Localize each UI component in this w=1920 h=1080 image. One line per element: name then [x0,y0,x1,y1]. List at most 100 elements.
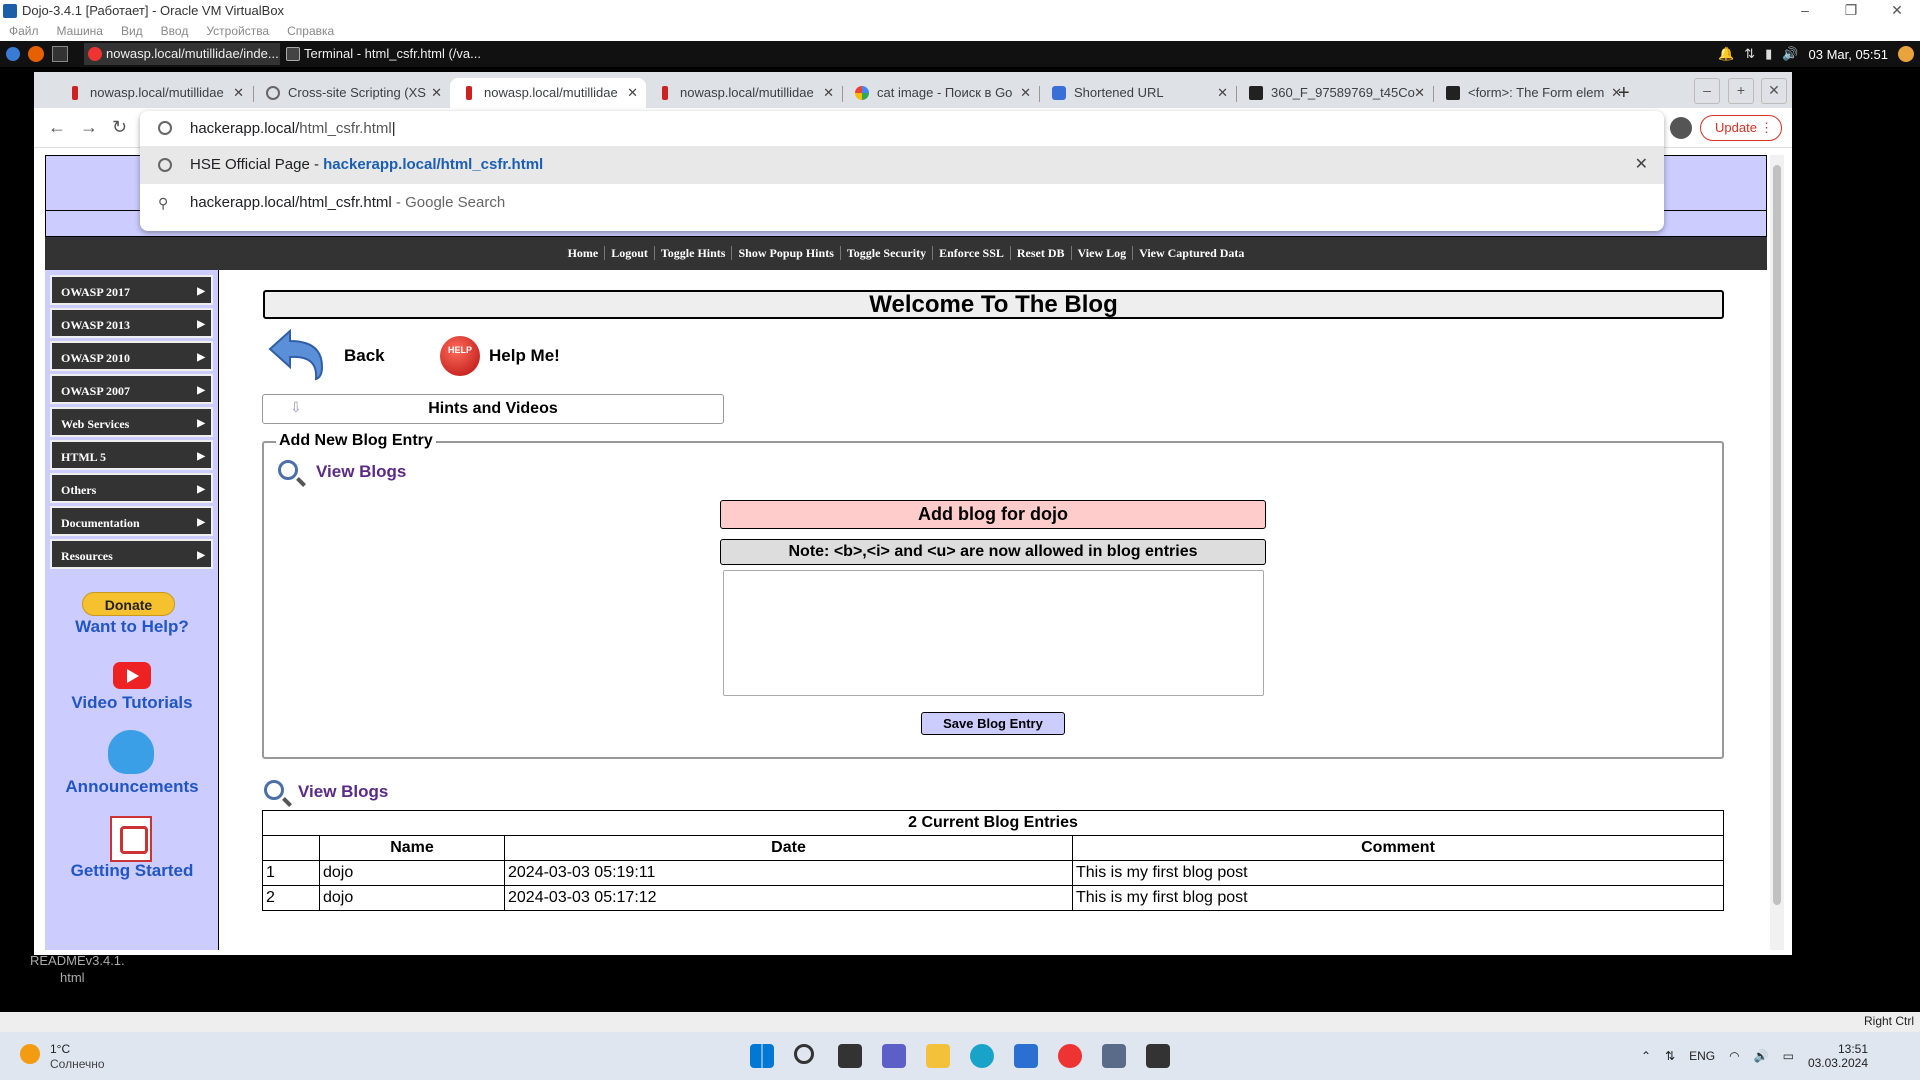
edge-icon[interactable] [970,1044,994,1068]
want-to-help-link[interactable]: Want to Help? [45,617,219,637]
tab-7[interactable]: 360_F_97589769_t45Co ✕ [1237,78,1433,108]
weather-desc[interactable]: Солнечно [50,1057,105,1071]
video-tutorials-link[interactable]: Video Tutorials [45,693,219,713]
nav-show-popup-hints[interactable]: Show Popup Hints [731,246,840,260]
task-browser[interactable]: nowasp.local/mutillidae/inde... [84,43,280,65]
yandex-icon[interactable] [1058,1044,1082,1068]
teams-icon[interactable] [882,1044,906,1068]
back-arrow-icon[interactable]: ← [48,116,66,138]
store-icon[interactable] [1014,1044,1038,1068]
user-icon[interactable] [1898,46,1914,62]
twitter-bird-icon[interactable] [108,730,154,774]
hints-and-videos-toggle[interactable]: Hints and Videos [262,394,724,424]
tab-8[interactable]: <form>: The Form elem ✕ [1434,78,1630,108]
nav-view-log[interactable]: View Log [1070,246,1133,260]
firefox-icon[interactable] [28,46,44,62]
minimize-icon[interactable]: – [1694,78,1720,104]
battery-icon[interactable]: ▭ [1783,1049,1794,1063]
guest-clock[interactable]: 03 Mar, 05:51 [1809,47,1889,62]
sidebar-item-owasp-2017[interactable]: OWASP 2017 ▶ [50,275,213,305]
menu-machine[interactable]: Машина [48,22,112,41]
magnifier-icon[interactable] [264,780,284,800]
new-tab-icon[interactable]: + [1618,78,1630,108]
nav-logout[interactable]: Logout [604,246,654,260]
getting-started-link[interactable]: Getting Started [45,861,219,881]
lang-indicator[interactable]: ENG [1689,1049,1715,1063]
nav-enforce-ssl[interactable]: Enforce SSL [932,246,1010,260]
close-icon[interactable]: ✕ [431,78,442,108]
volume-icon[interactable]: 🔊 [1754,1049,1769,1063]
file-explorer-icon[interactable] [926,1044,950,1068]
close-icon[interactable]: ✕ [1414,78,1425,108]
help-me-link[interactable]: Help Me! [489,346,560,366]
tab-6[interactable]: Shortened URL ✕ [1040,78,1236,108]
network-icon[interactable]: ⇅ [1665,1049,1675,1063]
update-button[interactable]: Update ⋮ [1700,115,1782,141]
terminal-icon[interactable] [1146,1044,1170,1068]
nav-home[interactable]: Home [562,246,605,260]
terminal-icon[interactable] [52,46,68,62]
address-bar-input[interactable]: hackerapp.local/html_csfr.html| [140,111,1664,146]
close-icon[interactable]: ✕ [1874,0,1920,22]
nav-view-captured-data[interactable]: View Captured Data [1132,246,1251,260]
page-scrollbar[interactable] [1770,155,1784,950]
sidebar-item-owasp-2013[interactable]: OWASP 2013 ▶ [50,308,213,338]
close-icon[interactable]: ✕ [823,78,834,108]
tab-5[interactable]: cat image - Поиск в Go ✕ [843,78,1039,108]
close-icon[interactable]: ✕ [1020,78,1031,108]
menu-help[interactable]: Справка [278,22,343,41]
sidebar-item-others[interactable]: Others ▶ [50,473,213,503]
tab-4[interactable]: nowasp.local/mutillidae ✕ [646,78,842,108]
search-icon[interactable] [794,1044,814,1064]
host-clock[interactable]: 13:51 03.03.2024 [1808,1042,1868,1070]
tab-3-active[interactable]: nowasp.local/mutillidae ✕ [450,78,646,108]
close-icon[interactable]: ✕ [1217,78,1228,108]
battery-icon[interactable]: ▮ [1765,46,1772,62]
announcements-link[interactable]: Announcements [45,777,219,797]
back-link[interactable]: Back [344,346,385,366]
menu-view[interactable]: Вид [112,22,152,41]
virtualbox-icon[interactable] [1102,1044,1126,1068]
pdf-icon[interactable] [110,816,152,862]
donate-button[interactable]: Donate [82,592,175,616]
help-button-icon[interactable]: HELP [440,336,480,376]
close-icon[interactable]: ✕ [1761,78,1787,104]
task-view-icon[interactable] [838,1044,862,1068]
minimize-icon[interactable]: – [1782,0,1828,22]
nav-toggle-hints[interactable]: Toggle Hints [653,246,732,260]
magnifier-icon[interactable] [278,460,298,480]
desktop-file-label[interactable]: READMEv3.4.1. html [30,952,125,986]
nav-toggle-security[interactable]: Toggle Security [839,246,933,260]
sidebar-item-documentation[interactable]: Documentation ▶ [50,506,213,536]
wifi-icon[interactable]: ◠ [1729,1049,1739,1063]
sidebar-item-owasp-2010[interactable]: OWASP 2010 ▶ [50,341,213,371]
omnibox-suggestion-1[interactable]: HSE Official Page - hackerapp.local/html… [140,146,1664,184]
tab-1[interactable]: nowasp.local/mutillidae ✕ [56,78,252,108]
menu-icon[interactable] [6,47,20,61]
kebab-menu-icon[interactable]: ⋮ [1760,116,1773,140]
sidebar-item-web-services[interactable]: Web Services ▶ [50,407,213,437]
weather-sun-icon[interactable] [20,1044,40,1064]
close-icon[interactable]: ✕ [233,78,244,108]
omnibox-suggestion-2[interactable]: ⚲ hackerapp.local/html_csfr.html - Googl… [140,184,1664,222]
weather-temp[interactable]: 1°C [50,1042,70,1056]
view-blogs-link[interactable]: View Blogs [316,462,406,482]
sidebar-item-html5[interactable]: HTML 5 ▶ [50,440,213,470]
sidebar-item-owasp-2007[interactable]: OWASP 2007 ▶ [50,374,213,404]
blog-entry-textarea[interactable] [723,570,1264,696]
remove-suggestion-icon[interactable]: ✕ [1635,146,1648,184]
tab-2[interactable]: Cross-site Scripting (XS ✕ [254,78,450,108]
back-arrow-icon[interactable] [266,327,328,382]
view-blogs-link-2[interactable]: View Blogs [298,782,388,802]
network-icon[interactable]: ⇅ [1744,46,1755,62]
maximize-icon[interactable]: ❐ [1828,0,1874,22]
scrollbar-thumb[interactable] [1773,165,1781,905]
menu-input[interactable]: Ввод [152,22,198,41]
menu-file[interactable]: Файл [0,22,48,41]
forward-arrow-icon[interactable]: → [80,116,98,138]
menu-devices[interactable]: Устройства [197,22,278,41]
down-arrow-icon[interactable]: ⇩ [290,399,302,416]
nav-reset-db[interactable]: Reset DB [1009,246,1071,260]
youtube-icon[interactable] [113,662,151,689]
save-blog-entry-button[interactable]: Save Blog Entry [921,712,1065,735]
